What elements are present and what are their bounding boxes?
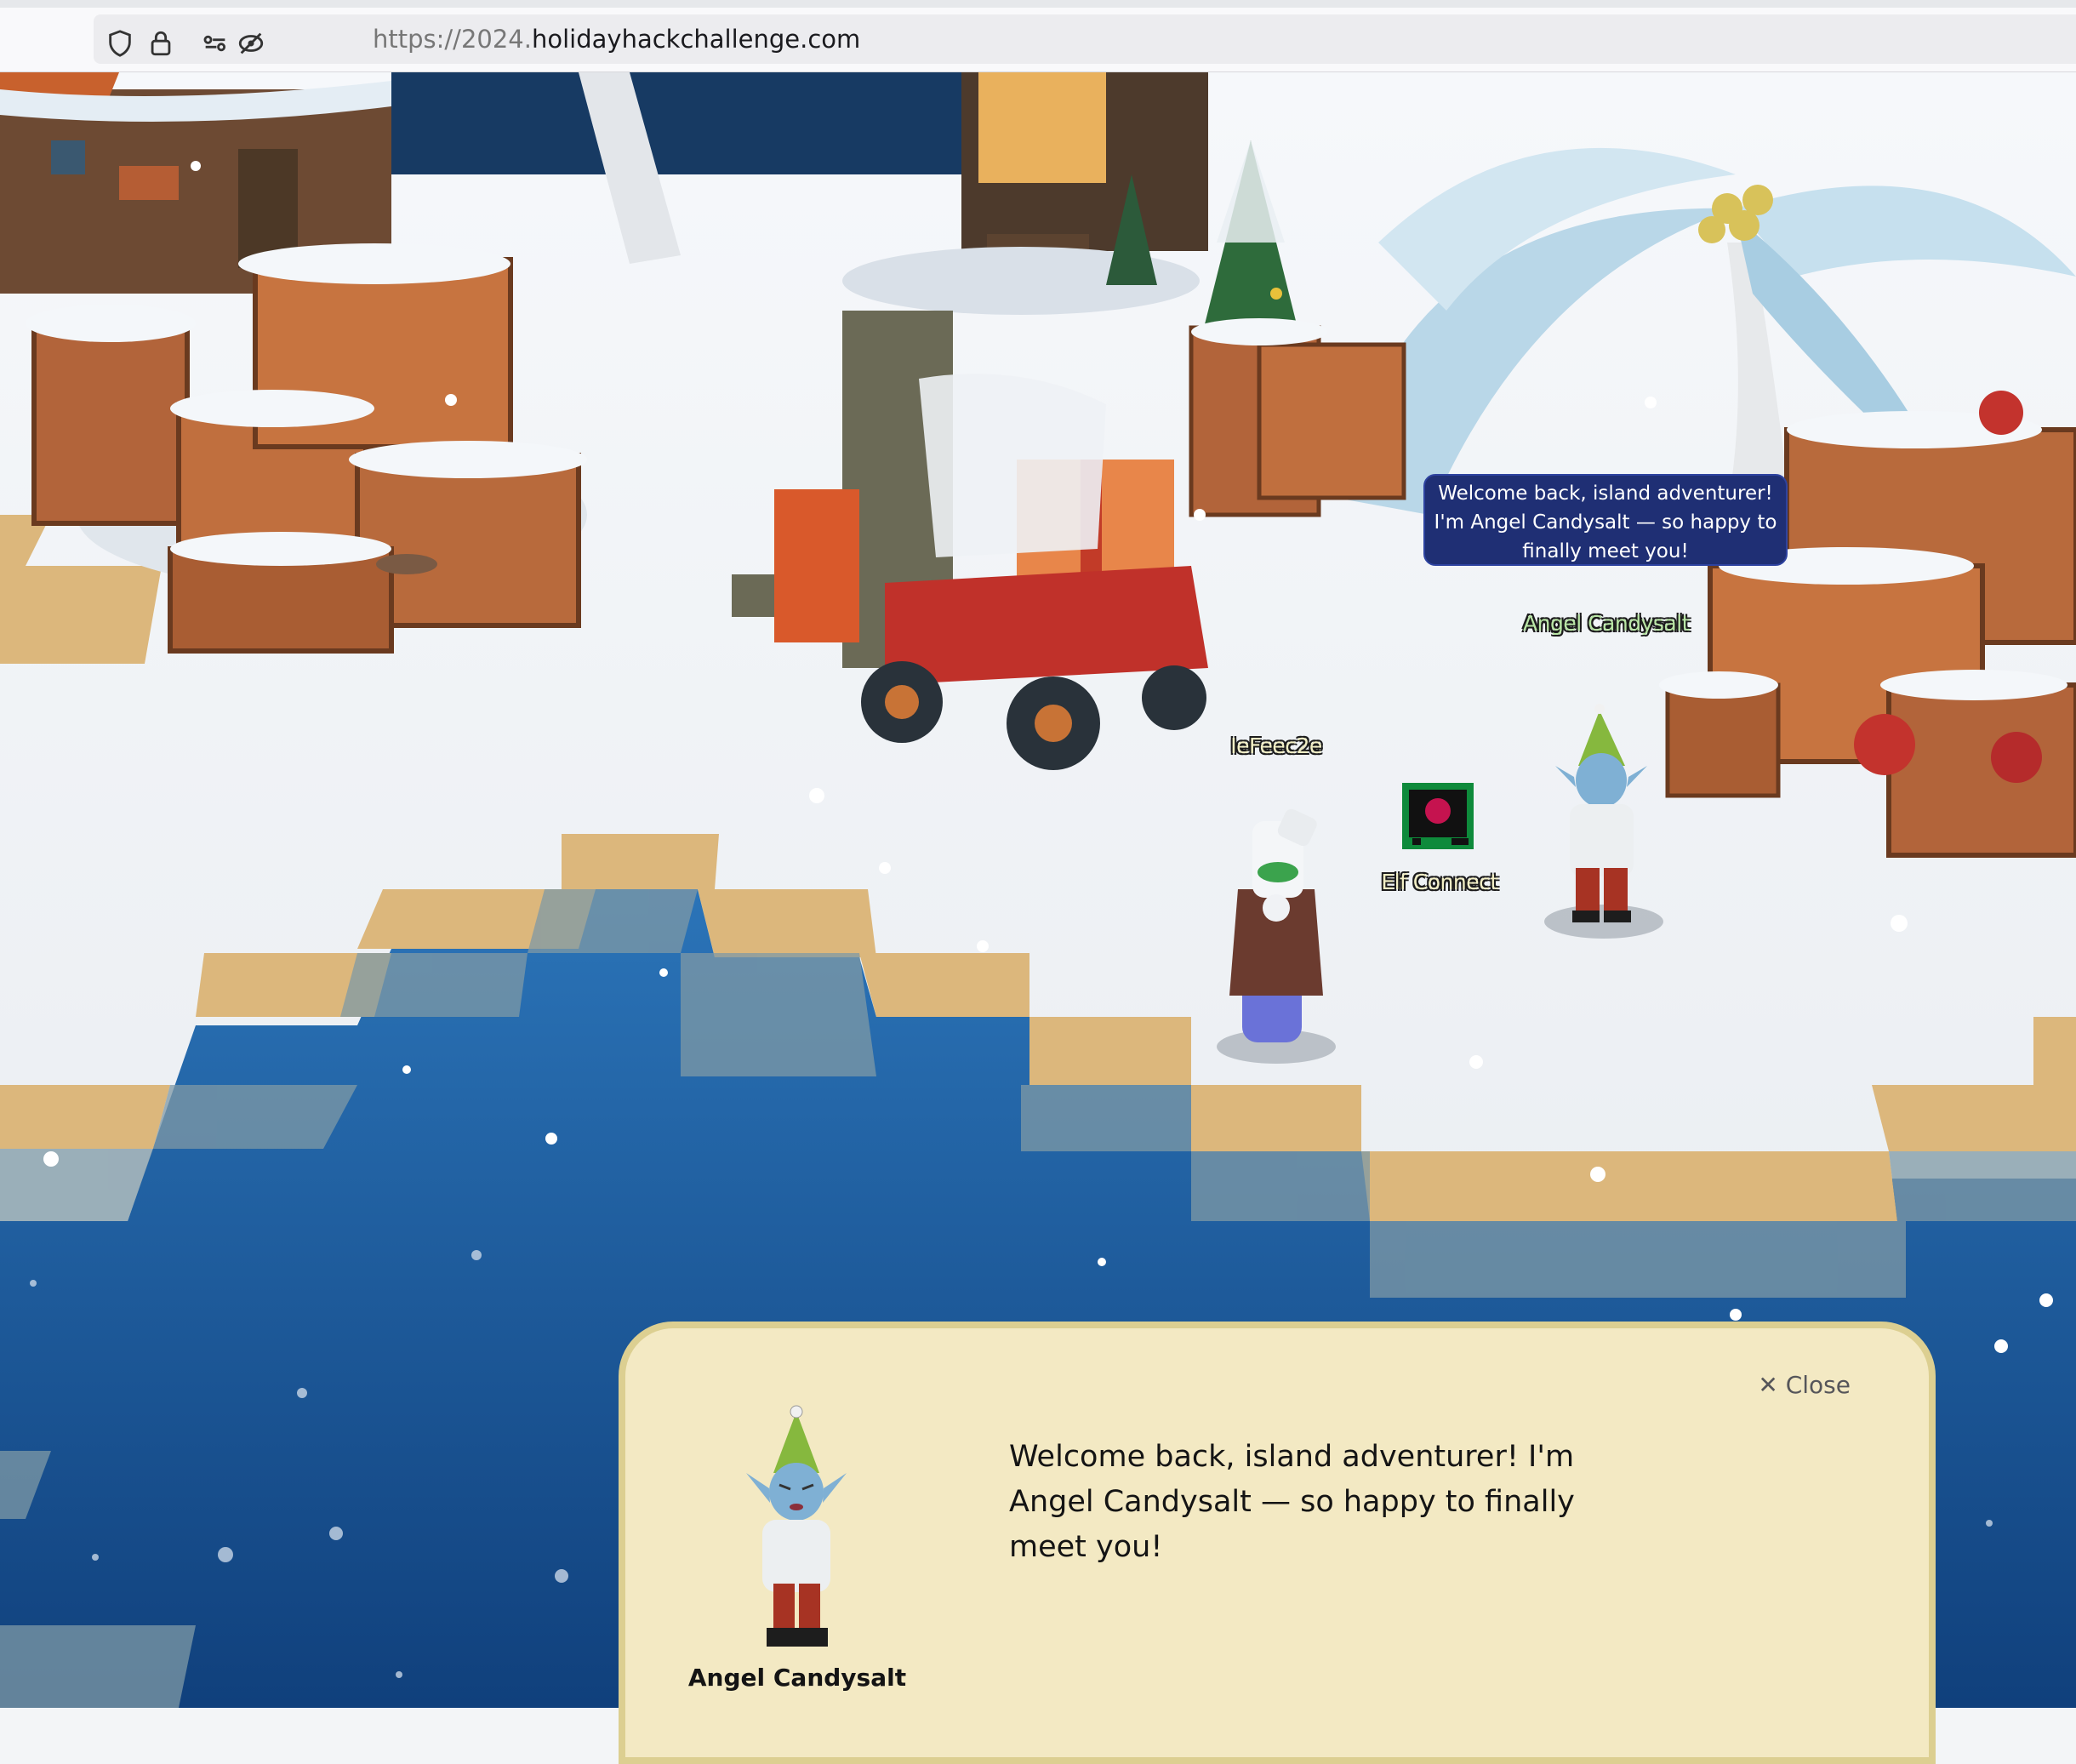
tracking-blocked-icon[interactable] [237,29,265,58]
url-field[interactable]: https://2024.holidayhackchallenge.com [94,14,2076,64]
url-text[interactable]: https://2024.holidayhackchallenge.com [373,24,860,54]
url-domain: holidayhackchallenge.com [531,25,861,54]
raspberry-pi-terminal-icon[interactable] [1402,783,1474,849]
npc-portrait [746,1405,847,1647]
address-bar[interactable]: https://2024.holidayhackchallenge.com [0,8,2076,72]
lock-icon[interactable] [146,29,175,58]
npc-dialog: ✕ Close Angel Candysalt Welcome back, is… [619,1322,1936,1764]
elf-connect-label[interactable]: Elf Connect [1381,870,1498,894]
shield-icon[interactable] [106,29,134,58]
npc-speech-bubble: Welcome back, island adventurer! I'm Ang… [1423,474,1788,566]
url-prefix: https://2024. [373,25,532,54]
permissions-icon[interactable] [201,29,230,58]
close-button[interactable]: ✕ Close [1758,1371,1851,1399]
back-shadow [391,72,970,174]
npc-name-tag[interactable]: Angel Candysalt [1523,611,1690,636]
dialog-text: Welcome back, island adventurer! I'm Ang… [1009,1440,1575,1564]
player-name-tag: IeFeec2e [1230,734,1322,758]
browser-top-strip [0,0,2076,8]
speaker-name: Angel Candysalt [687,1664,907,1692]
